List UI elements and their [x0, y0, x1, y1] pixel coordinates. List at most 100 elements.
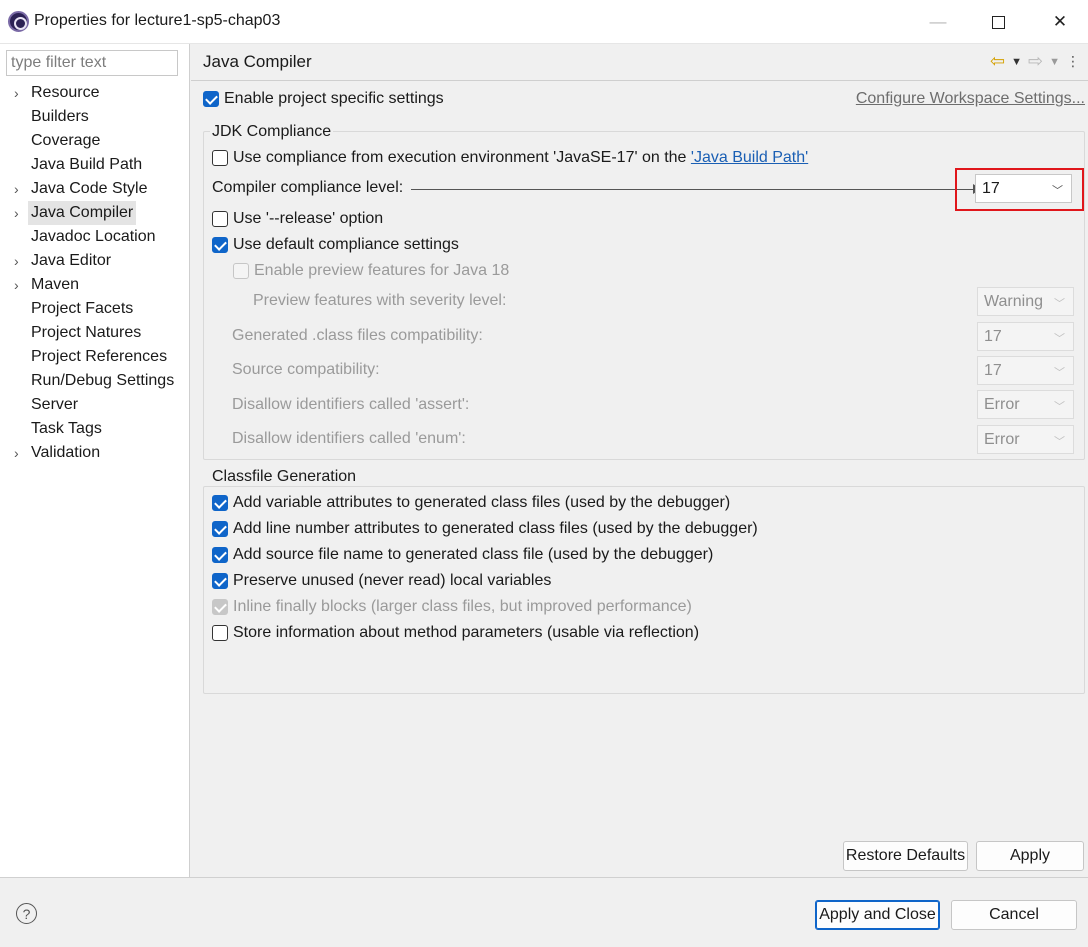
- sidebar-item-builders[interactable]: Builders: [0, 105, 190, 129]
- enum-select[interactable]: Error ﹀: [977, 425, 1074, 454]
- classfile-option-row[interactable]: Add source file name to generated class …: [212, 544, 713, 566]
- minimize-button[interactable]: —: [907, 0, 969, 44]
- classfile-option-row[interactable]: Inline finally blocks (larger class file…: [212, 596, 692, 618]
- filter-input[interactable]: [6, 50, 178, 76]
- sidebar-item-task-tags[interactable]: Task Tags: [0, 417, 190, 441]
- cancel-button[interactable]: Cancel: [951, 900, 1077, 930]
- release-option-row[interactable]: Use '--release' option: [212, 208, 383, 230]
- nav-toolbar: ⇦ ▼ ⇨ ▼ ⋮: [990, 51, 1080, 72]
- sidebar-item-label: Java Code Style: [31, 180, 148, 197]
- compliance-level-label: Compiler compliance level:: [212, 179, 404, 196]
- classfile-option-label: Inline finally blocks (larger class file…: [233, 598, 692, 615]
- classfile-option-checkbox[interactable]: [212, 547, 228, 563]
- page-title: Java Compiler: [203, 52, 312, 71]
- apply-and-close-button[interactable]: Apply and Close: [815, 900, 940, 930]
- sidebar-item-label: Project Natures: [31, 324, 142, 341]
- source-compat-label: Source compatibility:: [232, 361, 380, 378]
- classfile-option-label: Add line number attributes to generated …: [233, 520, 758, 537]
- classfile-option-checkbox[interactable]: [212, 573, 228, 589]
- java-build-path-link[interactable]: 'Java Build Path': [691, 149, 808, 167]
- sidebar-item-label: Project Facets: [31, 300, 134, 317]
- classfile-option-checkbox[interactable]: [212, 495, 228, 511]
- sidebar-item-label: Builders: [31, 108, 89, 125]
- back-dropdown-icon[interactable]: ▼: [1011, 56, 1022, 68]
- close-button[interactable]: ✕: [1029, 0, 1088, 44]
- source-compat-select[interactable]: 17 ﹀: [977, 356, 1074, 385]
- sidebar-item-run-debug-settings[interactable]: Run/Debug Settings: [0, 369, 190, 393]
- configure-workspace-link-wrap: Configure Workspace Settings...: [856, 90, 1085, 108]
- sidebar-item-java-build-path[interactable]: Java Build Path: [0, 153, 190, 177]
- sidebar-item-label: Javadoc Location: [31, 228, 156, 245]
- sidebar-item-javadoc-location[interactable]: Javadoc Location: [0, 225, 190, 249]
- classfile-option-row[interactable]: Preserve unused (never read) local varia…: [212, 570, 551, 592]
- classfile-option-checkbox[interactable]: [212, 599, 228, 615]
- chevron-down-icon: ﹀: [1054, 367, 1065, 379]
- classfile-option-row[interactable]: Add variable attributes to generated cla…: [212, 492, 730, 514]
- sidebar-item-label: Java Editor: [31, 252, 112, 269]
- assert-select[interactable]: Error ﹀: [977, 390, 1074, 419]
- sidebar-item-java-editor[interactable]: › Java Editor: [0, 249, 190, 273]
- classfile-option-label: Preserve unused (never read) local varia…: [233, 572, 552, 589]
- chevron-right-icon[interactable]: ›: [14, 201, 26, 225]
- default-compliance-row[interactable]: Use default compliance settings: [212, 234, 459, 256]
- jdk-compliance-title: JDK Compliance: [210, 123, 334, 141]
- sidebar-item-label: Java Build Path: [31, 156, 143, 173]
- sidebar-item-label: Project References: [31, 348, 168, 365]
- enable-project-specific-row[interactable]: Enable project specific settings: [203, 88, 444, 110]
- default-compliance-checkbox[interactable]: [212, 237, 228, 253]
- chevron-right-icon[interactable]: ›: [14, 249, 26, 273]
- generated-compat-select[interactable]: 17 ﹀: [977, 322, 1074, 351]
- classfile-option-label: Store information about method parameter…: [233, 624, 700, 641]
- chevron-right-icon[interactable]: ›: [14, 273, 26, 297]
- sidebar-item-project-facets[interactable]: Project Facets: [0, 297, 190, 321]
- sidebar-item-java-compiler[interactable]: › Java Compiler: [0, 201, 190, 225]
- sidebar-item-project-references[interactable]: Project References: [0, 345, 190, 369]
- classfile-option-checkbox[interactable]: [212, 625, 228, 641]
- preview-severity-select[interactable]: Warning ﹀: [977, 287, 1074, 316]
- compliance-level-value: 17: [982, 180, 1000, 197]
- classfile-option-label: Add source file name to generated class …: [233, 546, 714, 563]
- preview-severity-label: Preview features with severity level:: [253, 292, 507, 309]
- enable-project-specific-checkbox[interactable]: [203, 91, 219, 107]
- use-env-compliance-checkbox[interactable]: [212, 150, 228, 166]
- sidebar-item-label: Coverage: [31, 132, 101, 149]
- sidebar-item-label: Validation: [31, 444, 101, 461]
- assert-value: Error: [984, 396, 1020, 413]
- sidebar-item-coverage[interactable]: Coverage: [0, 129, 190, 153]
- sidebar-item-project-natures[interactable]: Project Natures: [0, 321, 190, 345]
- classfile-option-row[interactable]: Store information about method parameter…: [212, 622, 699, 644]
- chevron-down-icon: ﹀: [1054, 401, 1065, 413]
- use-env-compliance-label: Use compliance from execution environmen…: [233, 149, 691, 166]
- back-arrow-icon[interactable]: ⇦: [990, 51, 1005, 72]
- assert-label: Disallow identifiers called 'assert':: [232, 396, 470, 413]
- chevron-right-icon[interactable]: ›: [14, 81, 26, 105]
- sidebar-item-server[interactable]: Server: [0, 393, 190, 417]
- chevron-right-icon[interactable]: ›: [14, 177, 26, 201]
- apply-button[interactable]: Apply: [976, 841, 1084, 871]
- classfile-option-row[interactable]: Add line number attributes to generated …: [212, 518, 758, 540]
- sidebar-item-label: Resource: [31, 84, 100, 101]
- chevron-down-icon: ﹀: [1054, 298, 1065, 310]
- preview-features-checkbox[interactable]: [233, 263, 249, 279]
- help-icon[interactable]: ?: [16, 903, 37, 924]
- preview-features-row[interactable]: Enable preview features for Java 18: [233, 260, 509, 282]
- sidebar-item-label: Maven: [31, 276, 80, 293]
- sidebar-item-resource[interactable]: › Resource: [0, 81, 190, 105]
- restore-defaults-button[interactable]: Restore Defaults: [843, 841, 968, 871]
- forward-arrow-icon[interactable]: ⇨: [1028, 51, 1043, 72]
- sidebar: › Resource Builders Coverage Java Build Path…: [0, 44, 190, 877]
- sidebar-item-java-code-style[interactable]: › Java Code Style: [0, 177, 190, 201]
- compliance-level-select[interactable]: 17 ﹀: [975, 174, 1072, 203]
- sidebar-item-validation[interactable]: › Validation: [0, 441, 190, 465]
- view-menu-icon[interactable]: ⋮: [1066, 53, 1080, 70]
- sidebar-item-maven[interactable]: › Maven: [0, 273, 190, 297]
- forward-dropdown-icon[interactable]: ▼: [1049, 56, 1060, 68]
- classfile-generation-title: Classfile Generation: [210, 468, 359, 486]
- release-option-checkbox[interactable]: [212, 211, 228, 227]
- chevron-down-icon: ﹀: [1054, 436, 1065, 448]
- configure-workspace-link[interactable]: Configure Workspace Settings...: [856, 90, 1085, 107]
- use-env-compliance-row[interactable]: Use compliance from execution environmen…: [212, 147, 808, 169]
- maximize-button[interactable]: [967, 0, 1029, 44]
- classfile-option-checkbox[interactable]: [212, 521, 228, 537]
- chevron-right-icon[interactable]: ›: [14, 441, 26, 465]
